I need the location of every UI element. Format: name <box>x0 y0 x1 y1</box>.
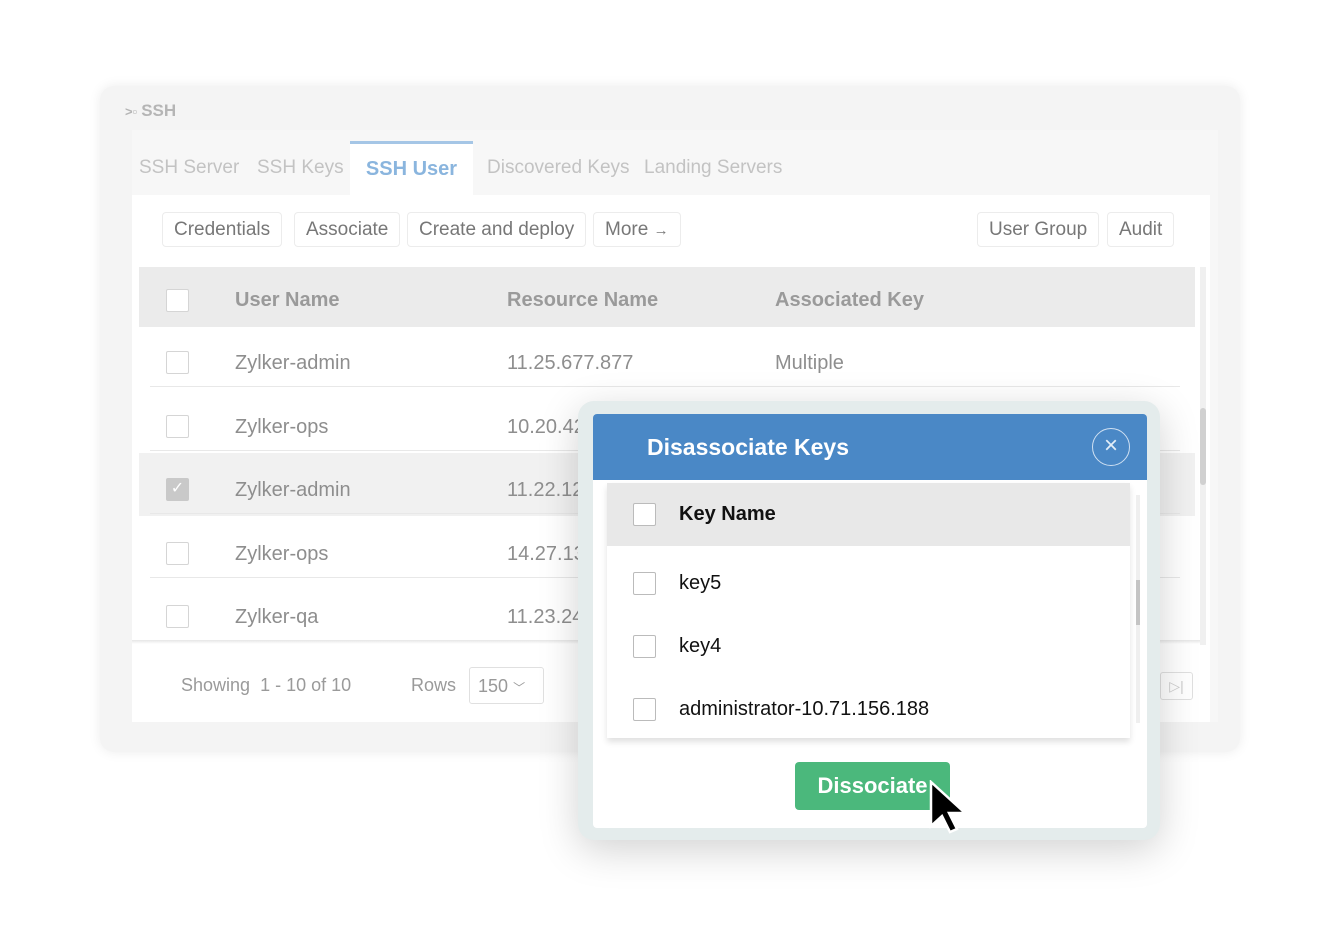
list-item[interactable]: key5 <box>607 552 1130 615</box>
list-item[interactable]: key4 <box>607 615 1130 678</box>
key-list-header: Key Name <box>607 483 1130 546</box>
key-list-scrollbar[interactable] <box>1136 495 1140 723</box>
user-name-cell: Zylker-ops <box>235 416 329 438</box>
modal-title: Disassociate Keys <box>647 434 850 460</box>
user-name-cell: Zylker-admin <box>235 352 351 374</box>
cursor-icon <box>929 780 969 834</box>
more-button[interactable]: More → <box>593 212 681 247</box>
resource-name-cell: 10.20.42 <box>507 416 585 438</box>
resource-name-cell: 11.23.24 <box>507 606 584 628</box>
modal-header: Disassociate Keys × <box>593 414 1147 480</box>
dissociate-button[interactable]: Dissociate <box>795 762 950 810</box>
last-page-icon[interactable]: ▷| <box>1160 672 1193 700</box>
row-checkbox[interactable] <box>166 542 189 565</box>
row-checkbox[interactable] <box>166 415 189 438</box>
row-divider <box>150 386 1180 387</box>
table-scrollbar[interactable] <box>1200 267 1206 645</box>
disassociate-keys-modal: Disassociate Keys × Key Name key5 key4 a… <box>593 414 1147 828</box>
associate-button[interactable]: Associate <box>294 212 401 247</box>
resource-name-cell: 11.22.12 <box>507 479 584 501</box>
key-list: Key Name key5 key4 administrator-10.71.1… <box>607 483 1130 738</box>
rows-label: Rows <box>411 675 457 695</box>
tab-ssh-server[interactable]: SSH Server <box>139 157 239 179</box>
table-scrollbar-thumb[interactable] <box>1200 408 1206 485</box>
resource-name-cell: 14.27.13 <box>507 543 585 565</box>
select-all-checkbox[interactable] <box>166 289 189 312</box>
chevron-down-icon: ﹀ <box>513 681 526 695</box>
user-name-cell: Zylker-ops <box>235 543 329 565</box>
key-checkbox[interactable] <box>633 572 656 595</box>
close-icon[interactable]: × <box>1092 428 1130 466</box>
select-all-keys-checkbox[interactable] <box>633 503 656 526</box>
rows-select[interactable]: 150 ﹀ <box>469 667 544 704</box>
key-checkbox[interactable] <box>633 698 656 721</box>
resource-name-cell: 11.25.677.877 <box>507 352 634 374</box>
tab-discovered-keys[interactable]: Discovered Keys <box>487 157 630 179</box>
key-list-scrollbar-thumb[interactable] <box>1136 580 1140 625</box>
list-item[interactable]: administrator-10.71.156.188 <box>607 678 1130 738</box>
create-deploy-button[interactable]: Create and deploy <box>407 212 587 247</box>
user-name-cell: Zylker-qa <box>235 606 319 628</box>
arrow-right-icon: → <box>653 222 669 239</box>
column-resource-name[interactable]: Resource Name <box>507 289 658 312</box>
tab-ssh-user[interactable]: SSH User <box>350 141 473 197</box>
column-user-name[interactable]: User Name <box>235 289 340 312</box>
audit-button[interactable]: Audit <box>1107 212 1175 247</box>
associated-key-cell: Multiple <box>775 352 844 374</box>
user-name-cell: Zylker-admin <box>235 479 351 501</box>
row-checkbox[interactable] <box>166 351 189 374</box>
row-checkbox[interactable]: ✓ <box>166 478 189 501</box>
user-group-button[interactable]: User Group <box>977 212 1100 247</box>
terminal-icon: >▫ <box>125 103 138 119</box>
credentials-button[interactable]: Credentials <box>162 212 283 247</box>
showing-label: Showing 1 - 10 of 10 <box>181 675 352 695</box>
tab-ssh-keys[interactable]: SSH Keys <box>257 157 344 179</box>
column-associated-key[interactable]: Associated Key <box>775 289 924 312</box>
row-checkbox[interactable] <box>166 605 189 628</box>
key-checkbox[interactable] <box>633 635 656 658</box>
tab-landing-servers[interactable]: Landing Servers <box>644 157 782 179</box>
app-title: >▫ SSH <box>125 101 177 120</box>
